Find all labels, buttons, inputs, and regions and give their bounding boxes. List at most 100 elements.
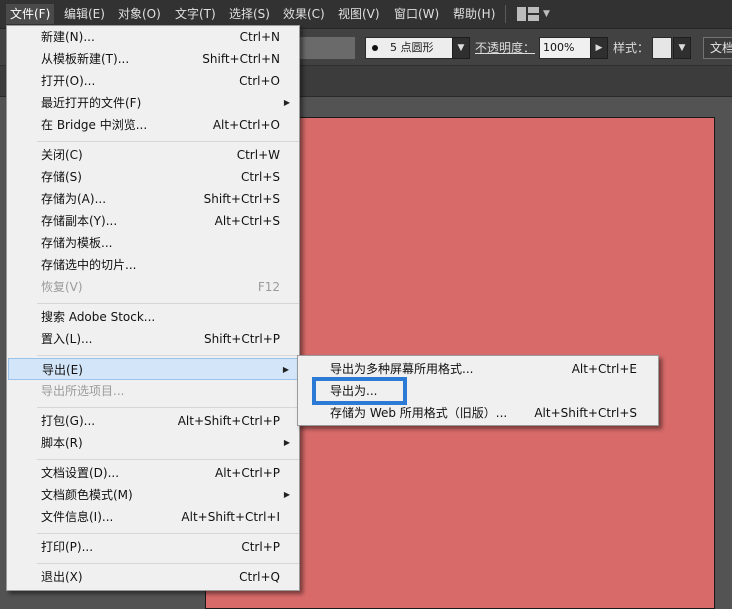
menu-item-label: 文件信息(I)... [41,510,114,524]
file-menu: 新建(N)... Ctrl+N 从模板新建(T)... Shift+Ctrl+N… [6,25,300,591]
menu-file[interactable]: 文件(F) [6,4,55,24]
style-dropdown-button[interactable]: ▼ [673,37,691,59]
menu-item-label: 脚本(R) [41,436,83,450]
menu-item-shortcut: Alt+Shift+Ctrl+P [177,414,280,428]
menu-separator [37,303,299,304]
menu-item-shortcut: Shift+Ctrl+N [202,52,280,66]
highlight-annotation-box [312,377,407,405]
menu-item-export[interactable]: 导出(E) ▶ [8,358,298,380]
menu-item-label: 在 Bridge 中浏览... [41,118,148,132]
menu-item-shortcut: Alt+Shift+Ctrl+S [534,406,637,420]
submenu-item-save-for-web-legacy[interactable]: 存储为 Web 所用格式（旧版）... Alt+Shift+Ctrl+S [299,402,657,424]
menu-separator [37,141,299,142]
menu-item-label: 打印(P)... [41,540,94,554]
menu-item-document-setup[interactable]: 文档设置(D)... Alt+Ctrl+P [8,462,298,484]
menu-item-export-selection: 导出所选项目... [8,380,298,402]
menu-edit[interactable]: 编辑(E) [60,4,109,24]
menu-item-label: 导出(E) [42,363,83,377]
menu-item-print[interactable]: 打印(P)... Ctrl+P [8,536,298,558]
menu-separator [37,563,299,564]
menu-item-save[interactable]: 存储(S) Ctrl+S [8,166,298,188]
menu-object[interactable]: 对象(O) [114,4,165,24]
menu-item-label: 恢复(V) [41,280,83,294]
menu-window[interactable]: 窗口(W) [390,4,443,24]
menu-item-shortcut: Alt+Ctrl+P [215,466,280,480]
style-label: 样式： [613,41,650,55]
menu-item-shortcut: Alt+Ctrl+S [214,214,280,228]
opacity-label[interactable]: 不透明度： [475,37,535,59]
graphic-style-swatch[interactable] [652,37,672,59]
menu-item-label: 导出所选项目... [41,384,125,398]
menu-item-browse-in-bridge[interactable]: 在 Bridge 中浏览... Alt+Ctrl+O [8,114,298,136]
submenu-arrow-icon: ▶ [283,438,290,447]
menu-item-save-as-template[interactable]: 存储为模板... [8,232,298,254]
menu-item-save-as[interactable]: 存储为(A)... Shift+Ctrl+S [8,188,298,210]
brush-dot-icon [372,45,378,51]
menu-help[interactable]: 帮助(H) [449,4,499,24]
menu-item-label: 存储(S) [41,170,82,184]
submenu-arrow-icon: ▶ [283,490,290,499]
menu-item-shortcut: Ctrl+Q [239,570,280,584]
menu-separator [37,533,299,534]
menu-separator [37,355,299,356]
menu-item-label: 存储选中的切片... [41,258,137,272]
menu-item-open[interactable]: 打开(O)... Ctrl+O [8,70,298,92]
menu-item-shortcut: Ctrl+P [241,540,280,554]
document-setup-button[interactable]: 文档 [703,37,732,59]
menu-item-close[interactable]: 关闭(C) Ctrl+W [8,144,298,166]
brush-label: 5 点圆形 [390,41,434,54]
submenu-arrow-icon: ▶ [283,98,290,107]
menu-item-new[interactable]: 新建(N)... Ctrl+N [8,26,298,48]
menu-item-exit[interactable]: 退出(X) Ctrl+Q [8,566,298,588]
menu-item-search-adobe-stock[interactable]: 搜索 Adobe Stock... [8,306,298,328]
opacity-arrow-button[interactable]: ▶ [590,37,608,59]
menu-item-save-copy[interactable]: 存储副本(Y)... Alt+Ctrl+S [8,210,298,232]
menu-item-label: 存储为(A)... [41,192,107,206]
menu-item-package[interactable]: 打包(G)... Alt+Shift+Ctrl+P [8,410,298,432]
menu-item-new-from-template[interactable]: 从模板新建(T)... Shift+Ctrl+N [8,48,298,70]
menu-item-label: 从模板新建(T)... [41,52,130,66]
menu-item-revert: 恢复(V) F12 [8,276,298,298]
menu-separator [37,407,299,408]
menu-item-label: 存储为模板... [41,236,113,250]
menu-view[interactable]: 视图(V) [334,4,384,24]
menu-item-label: 打包(G)... [41,414,96,428]
menu-item-shortcut: Shift+Ctrl+P [204,332,280,346]
menu-item-label: 新建(N)... [41,30,95,44]
menu-type[interactable]: 文字(T) [171,4,220,24]
menu-item-label: 文档设置(D)... [41,466,120,480]
menu-item-save-selected-slices[interactable]: 存储选中的切片... [8,254,298,276]
menu-item-label: 文档颜色模式(M) [41,488,133,502]
menu-item-label: 存储为 Web 所用格式（旧版）... [330,406,508,420]
menubar-divider [505,5,506,23]
menu-item-label: 最近打开的文件(F) [41,96,142,110]
menu-item-label: 打开(O)... [41,74,96,88]
menu-item-scripts[interactable]: 脚本(R) ▶ [8,432,298,454]
menu-item-label: 搜索 Adobe Stock... [41,310,156,324]
menu-item-place[interactable]: 置入(L)... Shift+Ctrl+P [8,328,298,350]
stroke-weight-field[interactable] [300,37,355,59]
menu-effect[interactable]: 效果(C) [279,4,329,24]
workspace-layout-icon[interactable] [517,7,539,21]
brush-definition-select[interactable]: 5 点圆形 [365,37,465,59]
menu-item-shortcut: Ctrl+S [240,170,280,184]
menu-item-shortcut: Ctrl+O [239,74,280,88]
menu-item-shortcut: Alt+Ctrl+E [571,362,637,376]
menu-item-shortcut: Alt+Shift+Ctrl+I [181,510,280,524]
menu-item-label: 置入(L)... [41,332,93,346]
menu-item-file-info[interactable]: 文件信息(I)... Alt+Shift+Ctrl+I [8,506,298,528]
menu-select[interactable]: 选择(S) [225,4,274,24]
brush-dropdown-button[interactable]: ▼ [452,37,470,59]
menu-item-label: 存储副本(Y)... [41,214,118,228]
menu-item-open-recent[interactable]: 最近打开的文件(F) ▶ [8,92,298,114]
menu-item-shortcut: Alt+Ctrl+O [212,118,280,132]
menu-item-label: 退出(X) [41,570,83,584]
menu-item-shortcut: Ctrl+W [236,148,280,162]
chevron-down-icon[interactable]: ▼ [543,9,550,19]
opacity-input[interactable]: 100% [539,37,591,59]
menu-item-shortcut: F12 [257,280,280,294]
menu-item-document-color-mode[interactable]: 文档颜色模式(M) ▶ [8,484,298,506]
menu-separator [37,459,299,460]
menu-item-label: 关闭(C) [41,148,83,162]
menu-item-shortcut: Ctrl+N [239,30,280,44]
